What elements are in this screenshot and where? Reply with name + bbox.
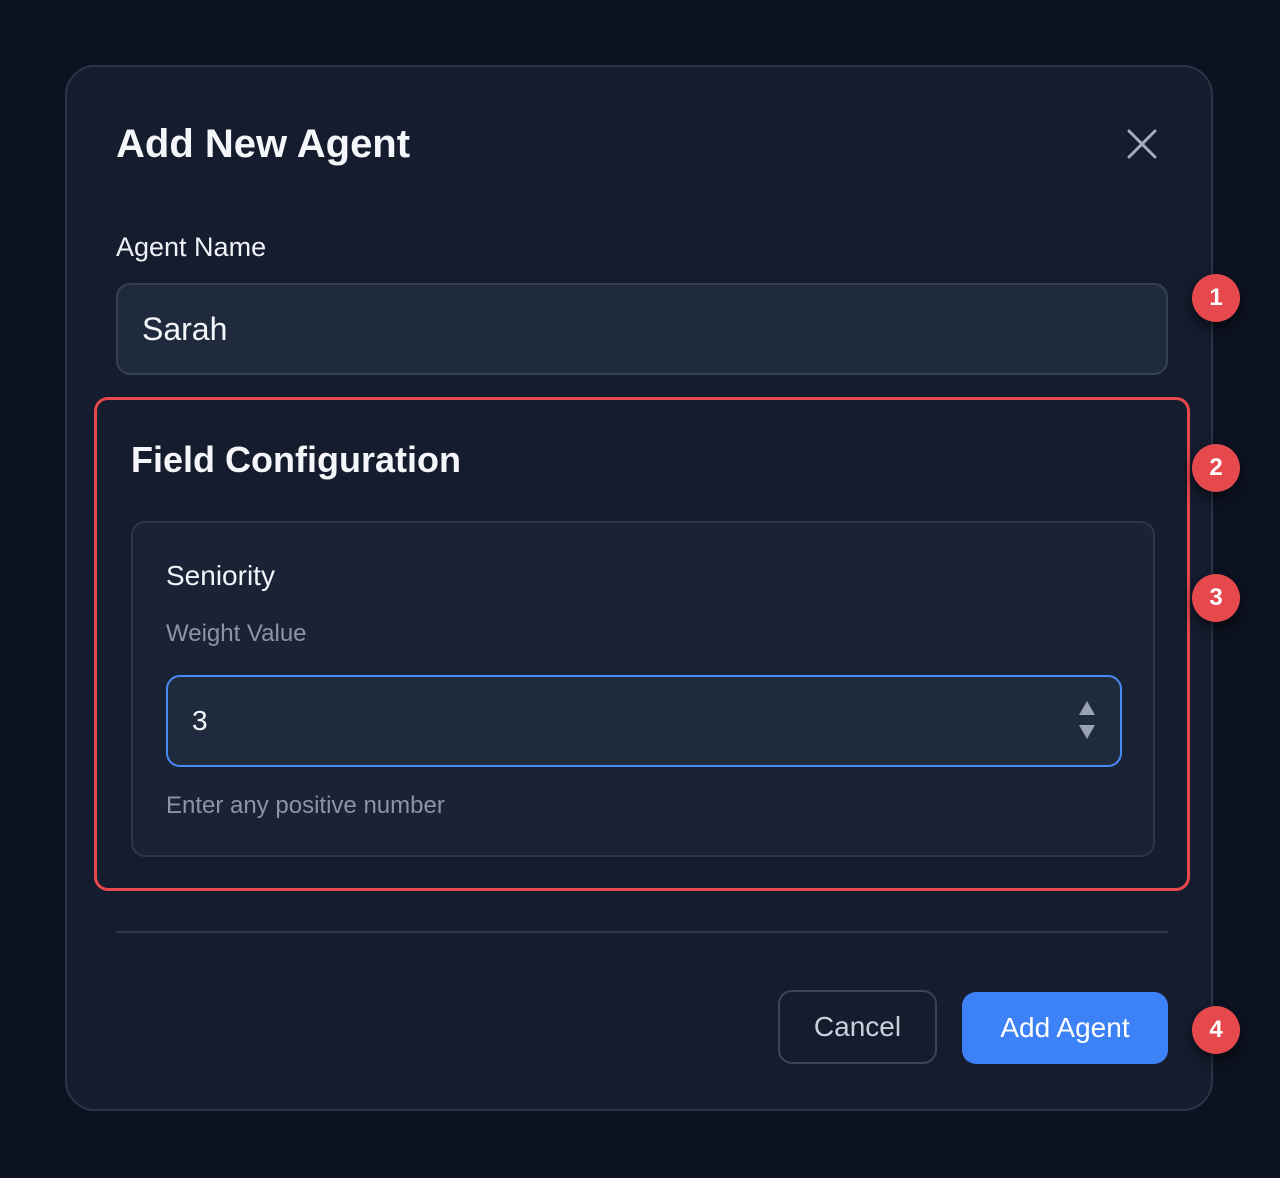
- weight-value-hint: Enter any positive number: [166, 792, 445, 819]
- stepper-down-icon[interactable]: [1079, 725, 1095, 739]
- close-icon: [1127, 129, 1157, 159]
- annotation-badge-1: 1: [1192, 274, 1240, 322]
- number-stepper-icon[interactable]: [1076, 699, 1098, 743]
- footer-divider: [116, 931, 1168, 933]
- field-configuration-title: Field Configuration: [131, 439, 461, 480]
- field-configuration-section: Field Configuration Seniority Weight Val…: [94, 397, 1190, 891]
- annotation-badge-4: 4: [1192, 1006, 1240, 1054]
- weight-value-label: Weight Value: [166, 620, 307, 647]
- field-card-seniority: Seniority Weight Value Enter any positiv…: [131, 521, 1155, 857]
- agent-name-input[interactable]: [116, 283, 1168, 375]
- annotation-badge-2: 2: [1192, 444, 1240, 492]
- agent-name-label: Agent Name: [116, 232, 267, 262]
- add-agent-modal: Add New Agent Agent Name Field Configura…: [65, 65, 1213, 1111]
- modal-title: Add New Agent: [116, 122, 411, 166]
- weight-value-field: [166, 675, 1122, 767]
- add-agent-button[interactable]: Add Agent: [962, 992, 1168, 1064]
- cancel-button[interactable]: Cancel: [778, 990, 937, 1064]
- stepper-up-icon[interactable]: [1079, 701, 1095, 715]
- weight-value-input[interactable]: [168, 677, 1048, 765]
- annotation-badge-3: 3: [1192, 574, 1240, 622]
- field-name: Seniority: [166, 560, 275, 591]
- close-button[interactable]: [1117, 119, 1167, 169]
